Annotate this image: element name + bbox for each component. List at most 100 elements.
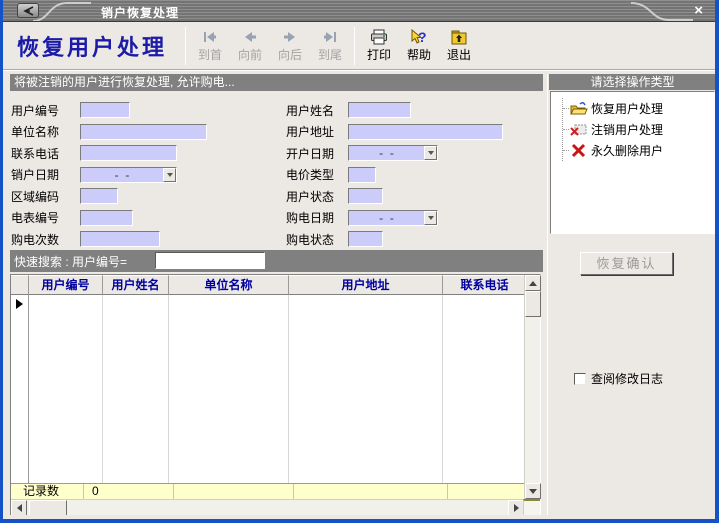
user-status-label: 用户状态 <box>286 188 348 205</box>
chevron-down-icon[interactable] <box>163 168 176 182</box>
purchase-date-combo[interactable]: - - <box>348 210 438 226</box>
page-title: 恢复用户处理 <box>17 30 167 62</box>
meter-id-label: 电表编号 <box>10 209 80 226</box>
quick-search-input[interactable] <box>155 252 265 269</box>
purchase-count-label: 购电次数 <box>10 231 80 248</box>
users-grid: 用户编号 用户姓名 单位名称 用户地址 联系电话 记录数 0 <box>10 274 541 516</box>
view-log-checkbox-label: 查阅修改日志 <box>591 370 663 387</box>
user-name-input[interactable] <box>348 102 411 118</box>
tree-item-label: 恢复用户处理 <box>591 100 663 117</box>
tree-item-label: 注销用户处理 <box>591 121 663 138</box>
open-folder-icon <box>569 101 589 117</box>
chevron-down-icon[interactable] <box>424 211 437 225</box>
user-id-input[interactable] <box>80 102 130 118</box>
purchase-count-input[interactable] <box>80 231 160 247</box>
row-selector-column <box>11 295 29 483</box>
exit-folder-icon <box>450 29 468 45</box>
scroll-right-icon[interactable] <box>508 500 524 516</box>
grid-header-row: 用户编号 用户姓名 单位名称 用户地址 联系电话 <box>11 275 526 295</box>
area-code-input[interactable] <box>80 188 118 204</box>
vertical-scroll-thumb[interactable] <box>525 291 541 317</box>
grid-footer-row: 记录数 0 <box>11 483 526 499</box>
form-left-column: 用户编号 单位名称 联系电话 销户日期 - - 区域编码 电表编号 购电次数 <box>10 102 207 247</box>
price-type-input[interactable] <box>348 167 376 183</box>
nav-last-button[interactable]: 到尾 <box>311 25 349 67</box>
grid-column-user-id <box>29 295 103 483</box>
user-address-label: 用户地址 <box>286 123 348 140</box>
open-date-value: - - <box>349 146 424 160</box>
purchase-date-label: 购电日期 <box>286 209 348 226</box>
checkbox-icon[interactable] <box>574 373 586 385</box>
tree-guides: 恢复用户处理 注销用户处理 永久删除用户 <box>562 98 712 161</box>
unit-name-label: 单位名称 <box>10 123 80 140</box>
grid-column-unit-name <box>169 295 289 483</box>
exit-label: 退出 <box>447 46 471 63</box>
delete-x-icon <box>569 143 589 159</box>
meter-id-input[interactable] <box>80 210 133 226</box>
open-date-label: 开户日期 <box>286 145 348 162</box>
exit-button[interactable]: 退出 <box>440 25 478 67</box>
app-icon <box>17 3 39 18</box>
tree-item-label: 永久删除用户 <box>591 142 663 159</box>
unit-name-input[interactable] <box>80 124 207 140</box>
user-status-input[interactable] <box>348 188 383 204</box>
recovery-form: 用户编号 单位名称 联系电话 销户日期 - - 区域编码 电表编号 购电次数 用… <box>10 93 543 248</box>
chevron-down-icon[interactable] <box>424 146 437 160</box>
arrow-first-icon <box>202 29 218 45</box>
tree-item-restore-user[interactable]: 恢复用户处理 <box>563 98 712 119</box>
horizontal-scrollbar[interactable] <box>11 499 524 515</box>
close-icon[interactable]: × <box>694 2 703 19</box>
arrow-next-icon <box>282 29 298 45</box>
contact-phone-input[interactable] <box>80 145 177 161</box>
help-button[interactable]: ? 帮助 <box>400 25 438 67</box>
toolbar-separator <box>354 27 355 65</box>
nav-prev-label: 向前 <box>238 46 262 63</box>
nav-first-label: 到首 <box>198 46 222 63</box>
view-log-checkbox-row[interactable]: 查阅修改日志 <box>574 370 663 387</box>
grid-column-user-name <box>103 295 169 483</box>
vertical-scrollbar[interactable] <box>524 275 540 499</box>
quick-search-label: 快速搜索 : 用户编号= <box>14 253 127 270</box>
grid-body <box>11 295 526 483</box>
nav-last-label: 到尾 <box>318 46 342 63</box>
close-date-combo[interactable]: - - <box>80 167 177 183</box>
tree-item-delete-user[interactable]: 永久删除用户 <box>563 140 712 161</box>
help-label: 帮助 <box>407 46 431 63</box>
purchase-date-value: - - <box>349 211 424 225</box>
scroll-left-icon[interactable] <box>11 500 27 516</box>
print-button[interactable]: 打印 <box>360 25 398 67</box>
column-header-unit-name: 单位名称 <box>169 275 289 295</box>
column-header-contact-phone: 联系电话 <box>443 275 526 295</box>
footer-cell <box>294 484 448 499</box>
nav-prev-button[interactable]: 向前 <box>231 25 269 67</box>
horizontal-scroll-thumb[interactable] <box>29 500 67 516</box>
window-title: 销户恢复处理 <box>101 4 179 21</box>
scroll-up-icon[interactable] <box>525 275 541 291</box>
column-header-user-id: 用户编号 <box>29 275 103 295</box>
row-selector-header <box>11 275 29 295</box>
close-date-label: 销户日期 <box>10 166 80 183</box>
grid-column-contact-phone <box>443 295 526 483</box>
area-code-label: 区域编码 <box>10 188 80 205</box>
user-name-label: 用户姓名 <box>286 102 348 119</box>
scroll-down-icon[interactable] <box>525 483 541 499</box>
bottom-strip <box>3 515 715 519</box>
arrow-prev-icon <box>242 29 258 45</box>
print-label: 打印 <box>367 46 391 63</box>
nav-first-button[interactable]: 到首 <box>191 25 229 67</box>
purchase-status-input[interactable] <box>348 231 383 247</box>
nav-next-label: 向后 <box>278 46 302 63</box>
footer-cell <box>174 484 294 499</box>
open-date-combo[interactable]: - - <box>348 145 438 161</box>
grid-corner-cell <box>523 499 540 515</box>
user-address-input[interactable] <box>348 124 503 140</box>
tree-item-cancel-user[interactable]: 注销用户处理 <box>563 119 712 140</box>
restore-confirm-button[interactable]: 恢复确认 <box>580 252 673 275</box>
toolbar: 恢复用户处理 到首 向前 向后 到尾 <box>3 22 715 71</box>
titlebar: 销户恢复处理 × <box>3 0 715 22</box>
footer-cell <box>448 484 526 499</box>
quick-search-bar: 快速搜索 : 用户编号= <box>10 250 543 272</box>
current-row-marker-icon <box>16 299 23 309</box>
contact-phone-label: 联系电话 <box>10 145 80 162</box>
nav-next-button[interactable]: 向后 <box>271 25 309 67</box>
